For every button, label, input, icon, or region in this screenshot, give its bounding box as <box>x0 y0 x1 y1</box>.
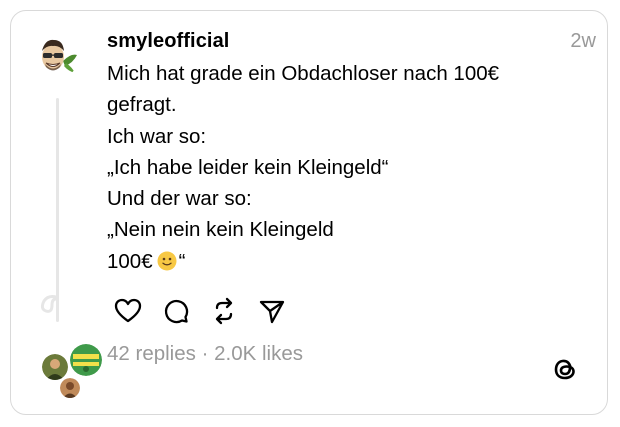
author-username[interactable]: smyleofficial <box>107 30 229 53</box>
post-line: Mich hat grade ein Obdachloser nach 100€ <box>107 62 500 85</box>
thread-line <box>56 98 59 322</box>
likes-count-link[interactable]: 2.0K likes <box>214 342 303 365</box>
replies-count-link[interactable]: 42 replies <box>107 342 196 365</box>
like-button[interactable] <box>111 294 145 328</box>
thread-loop-icon <box>40 295 58 313</box>
author-avatar[interactable] <box>33 33 79 79</box>
threads-logo-icon[interactable] <box>548 352 582 386</box>
stats-separator: · <box>201 342 209 365</box>
post-stats: 42 replies · 2.0K likes <box>107 342 303 366</box>
share-button[interactable] <box>255 294 289 328</box>
slightly-smiling-face-emoji-icon <box>157 251 177 271</box>
post-body: Mich hat grade ein Obdachloser nach 100€… <box>107 58 577 277</box>
post-line-last: 100€ “ <box>107 246 577 277</box>
post-line: Und der war so: <box>107 187 252 211</box>
share-icon <box>259 300 285 324</box>
reply-button[interactable] <box>159 294 193 328</box>
heart-icon <box>114 298 142 323</box>
post-line: gefragt. <box>107 93 177 117</box>
post-timestamp[interactable]: 2w <box>570 30 596 53</box>
reply-avatar <box>68 342 104 378</box>
post-line: „Nein nein kein Kleingeld <box>107 218 334 242</box>
repost-icon <box>215 297 233 325</box>
repost-button[interactable] <box>207 294 241 328</box>
reply-avatar <box>58 376 82 400</box>
comment-icon <box>164 299 189 324</box>
post-line: „Ich habe leider kein Kleingeld“ <box>107 155 389 179</box>
post-line: Ich war so: <box>107 124 207 148</box>
post-line-start: 100€ <box>107 249 153 273</box>
reply-avatars[interactable] <box>30 338 110 402</box>
post-line-end: “ <box>178 249 186 273</box>
